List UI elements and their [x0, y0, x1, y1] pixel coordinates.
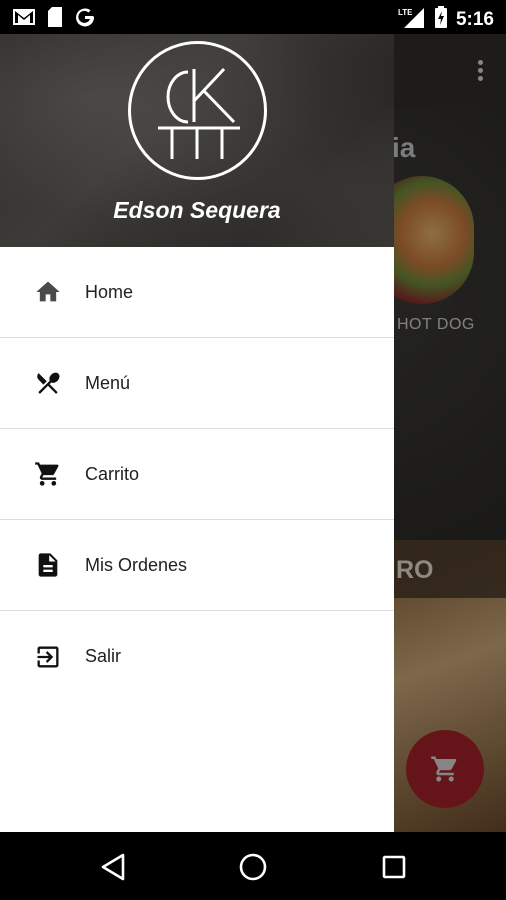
menu-item-cart[interactable]: Carrito — [0, 429, 394, 520]
drawer-header: Edson Sequera — [0, 34, 394, 247]
menu-item-logout[interactable]: Salir — [0, 611, 394, 702]
menu-item-label: Salir — [85, 646, 122, 666]
gmail-icon — [12, 7, 36, 32]
home-icon — [34, 278, 62, 306]
svg-text:LTE: LTE — [398, 8, 413, 17]
document-icon — [34, 551, 62, 579]
utensils-icon — [34, 369, 62, 397]
google-icon — [74, 6, 96, 33]
battery-charging-icon — [434, 6, 448, 33]
menu-item-menu[interactable]: Menú — [0, 338, 394, 429]
drawer-menu: Home Menú Carrito Mis Ordenes Salir — [0, 247, 394, 702]
exit-icon — [34, 643, 62, 671]
recents-icon[interactable] — [377, 850, 411, 884]
menu-item-orders[interactable]: Mis Ordenes — [0, 520, 394, 611]
system-nav-bar — [0, 832, 506, 900]
user-name: Edson Sequera — [113, 197, 281, 223]
menu-item-label: Home — [85, 281, 134, 302]
menu-item-home[interactable]: Home — [0, 247, 394, 338]
menu-item-label: Carrito — [85, 463, 140, 484]
home-circle-icon[interactable] — [236, 850, 270, 884]
back-icon[interactable] — [96, 850, 130, 884]
cart-icon — [34, 460, 62, 488]
menu-item-label: Mis Ordenes — [85, 554, 188, 575]
menu-item-label: Menú — [85, 372, 131, 393]
ck-logo — [128, 41, 267, 180]
navigation-drawer: Edson Sequera Home Menú Carrito Mis Orde… — [0, 34, 394, 832]
sd-card-icon — [46, 6, 64, 33]
clock-time: 5:16 — [455, 8, 494, 30]
signal-icon: LTE — [398, 6, 426, 33]
status-bar: LTE 5:16 — [0, 0, 506, 34]
